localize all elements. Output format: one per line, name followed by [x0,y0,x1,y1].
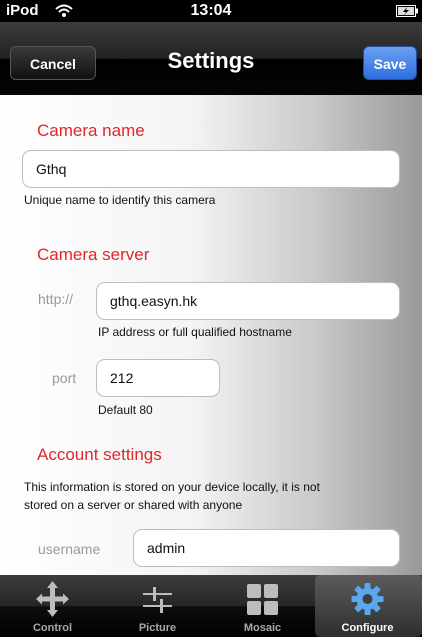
tab-label: Control [32,622,73,634]
camera-name-input[interactable]: Gthq [22,150,400,188]
port-helper: Default 80 [98,403,153,417]
tab-picture[interactable]: Picture [105,575,210,637]
tab-label: Configure [341,622,394,634]
settings-form[interactable]: Camera name Gthq Unique name to identify… [0,95,422,575]
tab-label: Picture [138,622,177,634]
username-input[interactable]: admin [133,529,400,567]
account-settings-heading: Account settings [37,445,162,464]
tab-configure[interactable]: Configure [315,575,422,637]
navigation-bar: Cancel Settings Save [0,22,422,95]
http-label: http:// [38,291,74,307]
host-input[interactable]: gthq.easyn.hk [96,282,400,320]
port-label: port [52,370,77,386]
tab-bar: Control Picture Mosaic Configure [0,575,422,637]
account-note-line2: stored on a server or shared with anyone [24,498,243,512]
tab-label: Mosaic [243,622,282,634]
sliders-icon [143,587,172,613]
camera-name-heading: Camera name [37,121,145,140]
battery-icon [396,5,418,17]
camera-name-helper: Unique name to identify this camera [24,193,216,207]
move-arrows-icon [36,581,69,617]
gear-icon [351,583,384,615]
username-label: username [38,541,101,557]
tab-control[interactable]: Control [0,575,105,637]
host-helper: IP address or full qualified hostname [98,325,292,339]
camera-server-heading: Camera server [37,245,150,264]
status-bar: iPod 13:04 [0,0,422,22]
tab-mosaic[interactable]: Mosaic [210,575,315,637]
grid-icon [247,584,278,615]
port-input[interactable]: 212 [96,359,220,397]
account-note-line1: This information is stored on your devic… [24,480,320,494]
clock: 13:04 [190,2,232,19]
save-button[interactable]: Save [363,46,417,80]
page-title: Settings [167,48,255,73]
